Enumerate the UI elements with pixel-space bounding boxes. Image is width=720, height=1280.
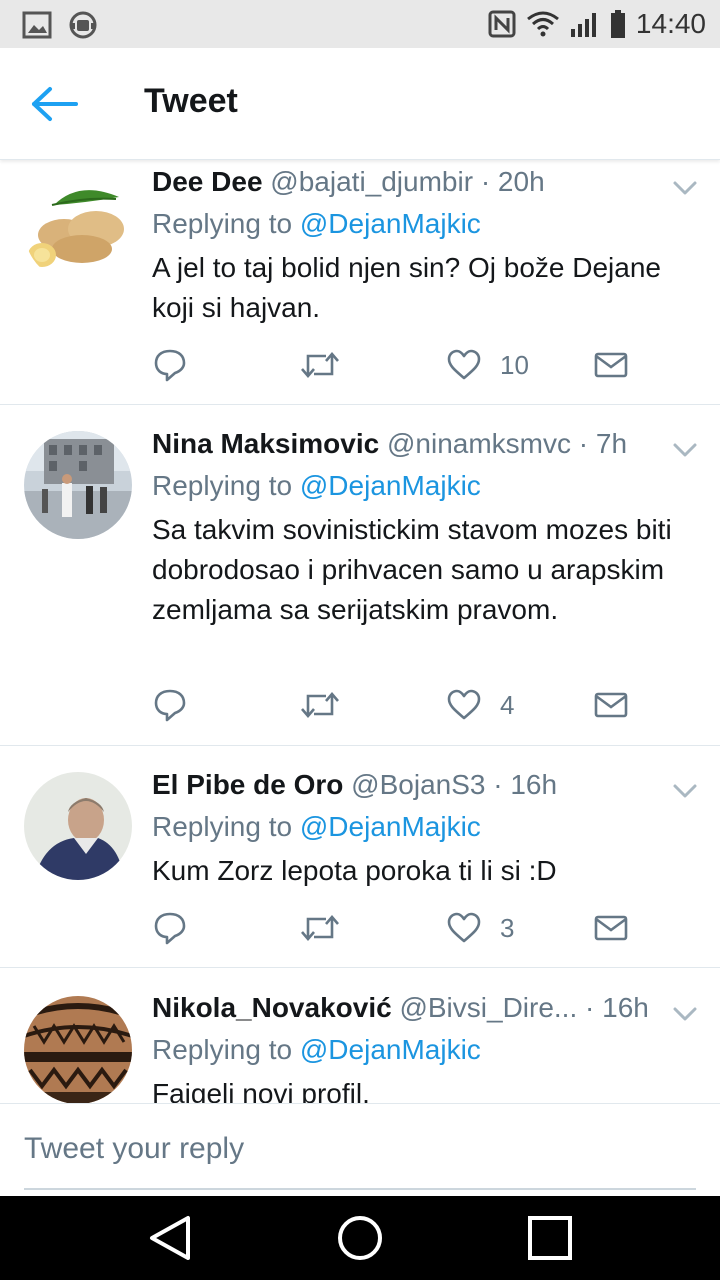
author-name[interactable]: El Pibe de Oro <box>152 769 343 800</box>
retweet-button[interactable] <box>300 910 340 946</box>
replies-list: Dee Dee @bajati_djumbir · 20h Replying t… <box>0 160 720 1103</box>
mention-link[interactable]: @DejanMajkic <box>300 1034 481 1065</box>
retweet-button[interactable] <box>300 347 340 383</box>
tweet-detail-screen: 14:40 Tweet Dee Dee @bajati_djumbir · 20… <box>0 0 720 1280</box>
arrow-left-icon[interactable] <box>30 84 82 124</box>
avatar[interactable] <box>24 175 132 283</box>
status-bar: 14:40 <box>0 0 720 48</box>
avatar[interactable] <box>24 772 132 880</box>
author-name[interactable]: Nikola_Novaković <box>152 992 392 1023</box>
tweet-item[interactable]: Nikola_Novaković @Bivsi_Dire... · 16h Re… <box>0 968 720 1103</box>
author-name[interactable]: Nina Maksimovic <box>152 428 379 459</box>
reply-button[interactable] <box>152 687 188 723</box>
like-count: 10 <box>500 349 529 380</box>
nav-recents-square-icon[interactable] <box>524 1212 576 1264</box>
tweet-item[interactable]: Nina Maksimovic @ninamksmvc · 7h Replyin… <box>0 405 720 746</box>
reply-icon <box>154 349 186 382</box>
signal-icon <box>570 13 596 37</box>
wifi-icon <box>526 11 559 37</box>
avatar[interactable] <box>24 996 132 1103</box>
mention-link[interactable]: @DejanMajkic <box>300 470 481 501</box>
street-photo-avatar-image <box>24 431 132 539</box>
heart-icon <box>447 912 481 943</box>
author-meta: @Bivsi_Dire... · 16h <box>399 992 649 1023</box>
like-button[interactable]: 4 <box>446 687 514 723</box>
reply-button[interactable] <box>152 347 188 383</box>
replying-to-label: Replying to <box>152 208 300 239</box>
app-bar: Tweet <box>0 48 720 160</box>
replying-to: Replying to @DejanMajkic <box>152 811 481 843</box>
tweet-header: Nikola_Novaković @Bivsi_Dire... · 16h <box>152 992 649 1024</box>
chevron-down-icon[interactable] <box>672 783 698 799</box>
direct-message-button[interactable] <box>594 347 628 383</box>
tweet-item[interactable]: Dee Dee @bajati_djumbir · 20h Replying t… <box>0 160 720 405</box>
reply-button[interactable] <box>152 910 188 946</box>
chevron-down-icon[interactable] <box>672 1006 698 1022</box>
mention-link[interactable]: @DejanMajkic <box>300 208 481 239</box>
retweet-icon <box>301 915 339 941</box>
system-indicators: 14:40 <box>488 0 706 48</box>
tweet-header: Nina Maksimovic @ninamksmvc · 7h <box>152 428 627 460</box>
retweet-button[interactable] <box>300 687 340 723</box>
like-button[interactable]: 3 <box>446 910 514 946</box>
tweet-text: Sa takvim sovinistickim stavom mozes bit… <box>152 514 672 625</box>
nav-back-triangle-icon[interactable] <box>144 1212 196 1264</box>
replying-to: Replying to @DejanMajkic <box>152 1034 481 1066</box>
gallery-notification-icon <box>22 11 52 39</box>
profile-photo-avatar-image <box>24 772 132 880</box>
battery-icon <box>610 10 625 38</box>
reply-composer[interactable]: Tweet your reply <box>0 1103 720 1196</box>
envelope-icon <box>594 692 628 718</box>
like-button[interactable]: 10 <box>446 347 529 383</box>
author-meta: @ninamksmvc · 7h <box>386 428 628 459</box>
chevron-down-icon[interactable] <box>672 442 698 458</box>
envelope-icon <box>594 915 628 941</box>
clock: 14:40 <box>635 8 706 39</box>
replying-to: Replying to @DejanMajkic <box>152 470 481 502</box>
like-count: 3 <box>500 912 515 943</box>
tweet-text: Kum Zorz lepota poroka ti li si :D <box>152 855 557 886</box>
replying-to-label: Replying to <box>152 1034 300 1065</box>
tweet-text: Fajgeli novi profil. <box>152 1078 370 1103</box>
author-name[interactable]: Dee Dee <box>152 166 263 197</box>
tweet-header: El Pibe de Oro @BojanS3 · 16h <box>152 769 557 801</box>
heart-icon <box>447 349 481 380</box>
reply-input[interactable]: Tweet your reply <box>24 1132 244 1166</box>
android-notification-icon <box>69 11 97 39</box>
reply-icon <box>154 912 186 945</box>
direct-message-button[interactable] <box>594 687 628 723</box>
chevron-down-icon[interactable] <box>672 180 698 196</box>
avatar[interactable] <box>24 431 132 539</box>
like-count: 4 <box>500 689 515 720</box>
retweet-icon <box>301 692 339 718</box>
tweet-header: Dee Dee @bajati_djumbir · 20h <box>152 166 545 198</box>
system-navigation-bar <box>0 1196 720 1280</box>
notification-icons <box>22 10 98 40</box>
nfc-icon <box>488 10 516 38</box>
mention-link[interactable]: @DejanMajkic <box>300 811 481 842</box>
direct-message-button[interactable] <box>594 910 628 946</box>
retweet-icon <box>301 352 339 378</box>
heart-icon <box>447 689 481 720</box>
nav-home-circle-icon[interactable] <box>334 1212 386 1264</box>
author-meta: @BojanS3 · 16h <box>351 769 558 800</box>
page-title: Tweet <box>144 82 238 120</box>
envelope-icon <box>594 352 628 378</box>
tweet-item[interactable]: El Pibe de Oro @BojanS3 · 16h Replying t… <box>0 746 720 968</box>
author-meta: @bajati_djumbir · 20h <box>270 166 545 197</box>
input-underline <box>24 1188 696 1190</box>
reply-icon <box>154 689 186 722</box>
replying-to-label: Replying to <box>152 811 300 842</box>
replying-to: Replying to @DejanMajkic <box>152 208 481 240</box>
ginger-avatar-image <box>24 175 132 283</box>
tattoo-avatar-image <box>24 996 132 1103</box>
tweet-text: A jel to taj bolid njen sin? Oj bože Dej… <box>152 252 661 323</box>
replying-to-label: Replying to <box>152 470 300 501</box>
